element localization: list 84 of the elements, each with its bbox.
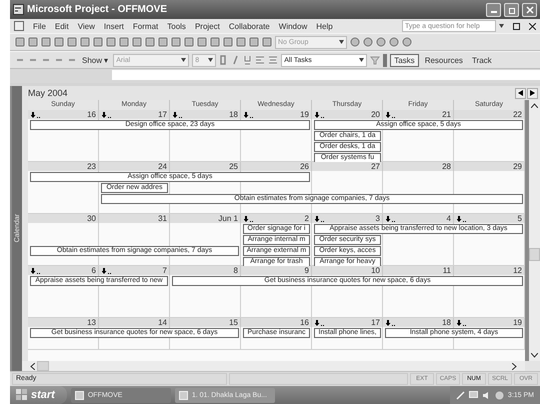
date-number: 19 [300, 110, 309, 119]
date-number: 5 [518, 214, 522, 223]
date-number: 20 [371, 110, 380, 119]
date-number: 18 [442, 318, 451, 327]
date-number: 26 [300, 162, 309, 171]
next-month-button[interactable] [527, 88, 538, 98]
app-icon [74, 390, 84, 400]
date-number: 23 [87, 162, 96, 171]
caret-icon[interactable] [208, 58, 214, 62]
caret-icon[interactable] [499, 24, 504, 28]
date-number: 18 [229, 110, 238, 119]
date-number: 14 [158, 318, 167, 327]
menu-item[interactable]: File [33, 22, 46, 30]
restore-icon [508, 6, 516, 14]
app-icon [178, 390, 188, 400]
date-number: Jun 1 [218, 214, 238, 223]
entry-field[interactable] [112, 70, 540, 80]
vertical-scrollbar[interactable] [525, 100, 540, 361]
minimize-icon [490, 11, 496, 13]
date-number: 16 [87, 110, 96, 119]
date-number: 19 [513, 318, 522, 327]
windows-logo-icon [16, 389, 28, 401]
caret-icon[interactable] [359, 58, 364, 62]
date-number: 30 [87, 214, 96, 223]
date-number: 13 [87, 318, 96, 327]
show-button[interactable]: Show ▾ [80, 54, 110, 66]
close-icon[interactable] [529, 22, 536, 30]
menu-item[interactable]: Insert [104, 22, 124, 30]
date-number: 11 [442, 266, 451, 275]
caret-icon[interactable] [339, 40, 344, 44]
date-number: 21 [442, 110, 451, 119]
date-number: 17 [158, 110, 167, 119]
date-number: 3 [376, 214, 380, 223]
date-number: 6 [92, 266, 96, 275]
menu-item[interactable]: Tools [167, 22, 186, 30]
start-button[interactable]: start [10, 386, 67, 404]
menu-item[interactable]: Collaborate [228, 22, 270, 30]
right-arrow-icon [530, 90, 535, 96]
speaker-icon[interactable] [482, 390, 491, 400]
date-number: 9 [304, 266, 309, 275]
date-number: 22 [513, 110, 522, 119]
restore-icon[interactable] [513, 22, 520, 30]
date-number: 2 [304, 214, 309, 223]
date-number: 25 [229, 162, 238, 171]
monitor-icon[interactable] [468, 390, 478, 400]
date-number: 28 [442, 162, 451, 171]
guide-button[interactable]: Tasks [390, 54, 419, 66]
left-arrow-icon [518, 90, 523, 96]
autofilter-icon[interactable] [370, 55, 380, 65]
date-number: 29 [513, 162, 522, 171]
app-icon [13, 4, 24, 15]
close-button[interactable] [522, 2, 537, 16]
caret-icon[interactable] [181, 58, 186, 62]
menu-item[interactable]: Project [194, 22, 220, 30]
underline-icon[interactable] [243, 55, 252, 65]
date-number: 4 [446, 214, 451, 223]
date-number: 15 [229, 318, 238, 327]
date-number: 16 [300, 318, 309, 327]
menu-item[interactable]: Format [132, 22, 158, 30]
date-number: 31 [158, 214, 167, 223]
date-number: 17 [371, 318, 380, 327]
previous-month-button[interactable] [515, 88, 526, 98]
window-title: Microsoft Project - OFFMOVE [27, 4, 168, 15]
date-number: 27 [371, 162, 380, 171]
menu-item[interactable]: Help [316, 22, 333, 30]
date-number: 12 [513, 266, 522, 275]
menu-item[interactable]: Edit [54, 22, 69, 30]
guide-button[interactable]: Resources [422, 54, 466, 66]
date-number: 7 [162, 266, 167, 275]
date-number: 24 [158, 162, 167, 171]
date-number: 10 [371, 266, 380, 275]
menu-item[interactable]: Window [278, 22, 308, 30]
align-left-icon[interactable] [255, 55, 266, 65]
align-center-icon[interactable] [268, 55, 278, 65]
scroll-thumb[interactable] [37, 361, 49, 371]
close-icon [526, 6, 534, 14]
restore-button[interactable] [504, 2, 519, 16]
date-number: 8 [234, 266, 238, 275]
minimize-button[interactable] [486, 2, 501, 16]
menu-item[interactable]: View [78, 22, 95, 30]
month-title: May 2004 [28, 88, 68, 98]
guide-button[interactable]: Track [468, 54, 495, 66]
horizontal-scrollbar[interactable] [22, 361, 525, 371]
scroll-thumb[interactable] [529, 248, 540, 261]
